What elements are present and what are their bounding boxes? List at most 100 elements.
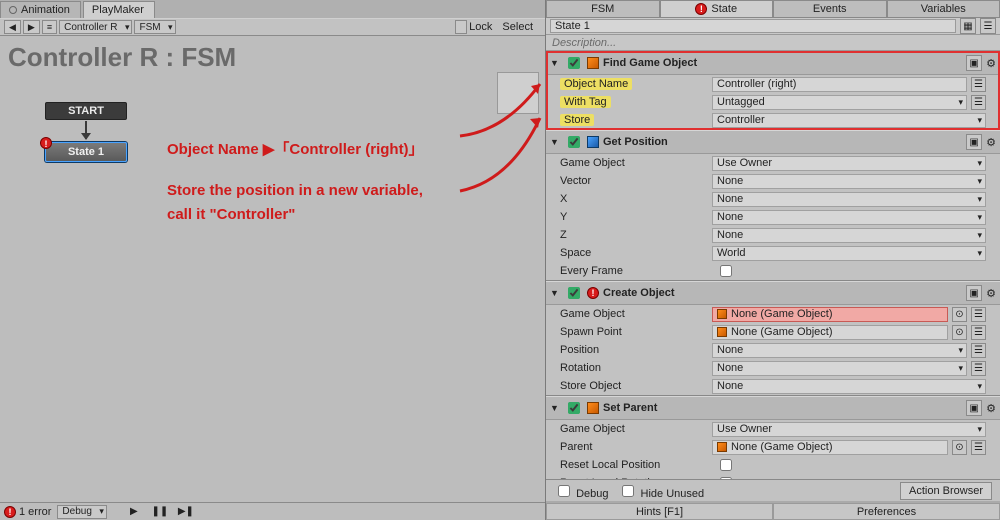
cube-icon (587, 402, 599, 414)
param-menu-button[interactable]: ☰ (971, 361, 986, 376)
annotation-2a: Store the position in a new variable, (167, 182, 423, 199)
action-enabled-checkbox[interactable] (568, 136, 580, 148)
tab-animation[interactable]: Animation (0, 1, 81, 18)
tab-events[interactable]: Events (773, 0, 887, 17)
select-label[interactable]: Select (502, 21, 533, 33)
state-color-button[interactable]: ▦ (960, 18, 976, 34)
object-name-input[interactable]: Controller (right) (712, 77, 967, 92)
state-description-input[interactable]: Description... (546, 35, 1000, 51)
object-picker-button[interactable]: ⊙ (952, 440, 967, 455)
annotation-arrow-2-icon (455, 106, 545, 201)
nav-back-button[interactable]: ◀ (4, 20, 21, 34)
prop-label-with-tag: With Tag (560, 96, 611, 108)
hide-unused-label: Hide Unused (641, 488, 705, 500)
tab-variables[interactable]: Variables (887, 0, 1000, 17)
action-header-setparent[interactable]: ▼ Set Parent ▣ ⚙ (546, 397, 1000, 420)
action-help-button[interactable]: ▣ (966, 400, 982, 416)
action-header-getpos[interactable]: ▼ Get Position ▣ ⚙ (546, 131, 1000, 154)
tab-playmaker[interactable]: PlayMaker (83, 1, 155, 18)
param-menu-button[interactable]: ☰ (971, 343, 986, 358)
hints-button[interactable]: Hints [F1] (546, 503, 773, 520)
state-menu-button[interactable]: ☰ (980, 18, 996, 34)
with-tag-dropdown[interactable]: Untagged (712, 95, 967, 110)
step-button[interactable]: ▶❚ (177, 505, 195, 519)
parent-field[interactable]: None (Game Object) (712, 440, 948, 455)
prop-label-game-object: Game Object (560, 308, 710, 320)
nav-fwd-button[interactable]: ▶ (23, 20, 40, 34)
transport-controls: ▶ ❚❚ ▶❚ (125, 505, 195, 519)
action-header-find[interactable]: ▼ Find Game Object ▣ ⚙ (546, 52, 1000, 75)
action-enabled-checkbox[interactable] (568, 57, 580, 69)
param-menu-button[interactable]: ☰ (971, 440, 986, 455)
lock-toggle[interactable] (455, 20, 467, 34)
gear-icon[interactable]: ⚙ (986, 57, 996, 70)
fsm-dropdown[interactable]: FSM (134, 20, 175, 34)
status-errors[interactable]: ! 1 error (4, 506, 51, 518)
action-enabled-checkbox[interactable] (568, 287, 580, 299)
status-bar: ! 1 error Debug ▶ ❚❚ ▶❚ (0, 502, 545, 520)
state1-node[interactable]: State 1 (45, 142, 127, 162)
param-menu-button[interactable]: ☰ (971, 307, 986, 322)
create-go-field[interactable]: None (Game Object) (712, 307, 948, 322)
start-node[interactable]: START (45, 102, 127, 120)
z-dropdown[interactable]: None (712, 228, 986, 243)
spawn-point-field[interactable]: None (Game Object) (712, 325, 948, 340)
action-browser-button[interactable]: Action Browser (900, 482, 992, 500)
param-menu-button[interactable]: ☰ (971, 77, 986, 92)
pause-button[interactable]: ❚❚ (151, 505, 169, 519)
sp-game-object-dropdown[interactable]: Use Owner (712, 422, 986, 437)
gear-icon[interactable]: ⚙ (986, 136, 996, 149)
action-help-button[interactable]: ▣ (966, 55, 982, 71)
debug-toggle[interactable]: Debug (554, 482, 608, 500)
action-help-button[interactable]: ▣ (966, 285, 982, 301)
game-object-dropdown[interactable]: Use Owner (712, 156, 986, 171)
every-frame-checkbox[interactable] (720, 265, 732, 277)
store-object-dropdown[interactable]: None (712, 379, 986, 394)
transition-arrow (85, 121, 87, 139)
tab-fsm[interactable]: FSM (546, 0, 660, 17)
fold-icon[interactable]: ▼ (550, 58, 560, 68)
state-name-input[interactable]: State 1 (550, 19, 956, 33)
param-menu-button[interactable]: ☰ (971, 95, 986, 110)
inspector-tabs: FSM !State Events Variables (546, 0, 1000, 18)
reset-pos-checkbox[interactable] (720, 459, 732, 471)
actions-list: ▼ Find Game Object ▣ ⚙ Object Name Contr… (546, 51, 1000, 479)
y-dropdown[interactable]: None (712, 210, 986, 225)
debug-dropdown[interactable]: Debug (57, 505, 106, 519)
action-set-parent: ▼ Set Parent ▣ ⚙ Game ObjectUse Owner Pa… (546, 396, 1000, 479)
tab-state[interactable]: !State (660, 0, 774, 17)
store-dropdown[interactable]: Controller (712, 113, 986, 128)
x-dropdown[interactable]: None (712, 192, 986, 207)
preferences-button[interactable]: Preferences (773, 503, 1000, 520)
object-picker-button[interactable]: ⊙ (952, 307, 967, 322)
gear-icon[interactable]: ⚙ (986, 287, 996, 300)
fsm-canvas[interactable]: Controller R : FSM START State 1 ! Objec… (0, 36, 545, 502)
object-picker-button[interactable]: ⊙ (952, 325, 967, 340)
annotation-1: Object Name ▶「Controller (right)」 (167, 138, 424, 159)
prop-label-vector: Vector (560, 175, 710, 187)
gear-icon[interactable]: ⚙ (986, 402, 996, 415)
fold-icon[interactable]: ▼ (550, 137, 560, 147)
param-menu-button[interactable]: ☰ (971, 325, 986, 340)
play-button[interactable]: ▶ (125, 505, 143, 519)
history-button[interactable]: ≡ (42, 20, 57, 34)
prop-label-every-frame: Every Frame (560, 265, 710, 277)
position-dropdown[interactable]: None (712, 343, 967, 358)
minimap[interactable] (497, 72, 539, 114)
action-header-create[interactable]: ▼ ! Create Object ▣ ⚙ (546, 282, 1000, 305)
action-help-button[interactable]: ▣ (966, 134, 982, 150)
fold-icon[interactable]: ▼ (550, 288, 560, 298)
fold-icon[interactable]: ▼ (550, 403, 560, 413)
error-icon: ! (4, 506, 16, 518)
action-enabled-checkbox[interactable] (568, 402, 580, 414)
left-toolbar: ◀ ▶ ≡ Controller R FSM Lock Select (0, 18, 545, 36)
cube-icon (717, 442, 727, 452)
space-dropdown[interactable]: World (712, 246, 986, 261)
prop-label-store: Store (560, 114, 594, 126)
controller-dropdown[interactable]: Controller R (59, 20, 132, 34)
vector-dropdown[interactable]: None (712, 174, 986, 189)
rotation-dropdown[interactable]: None (712, 361, 967, 376)
hide-unused-toggle[interactable]: Hide Unused (618, 482, 704, 500)
create-go-value: None (Game Object) (731, 308, 832, 320)
lock-label: Lock (469, 21, 492, 33)
